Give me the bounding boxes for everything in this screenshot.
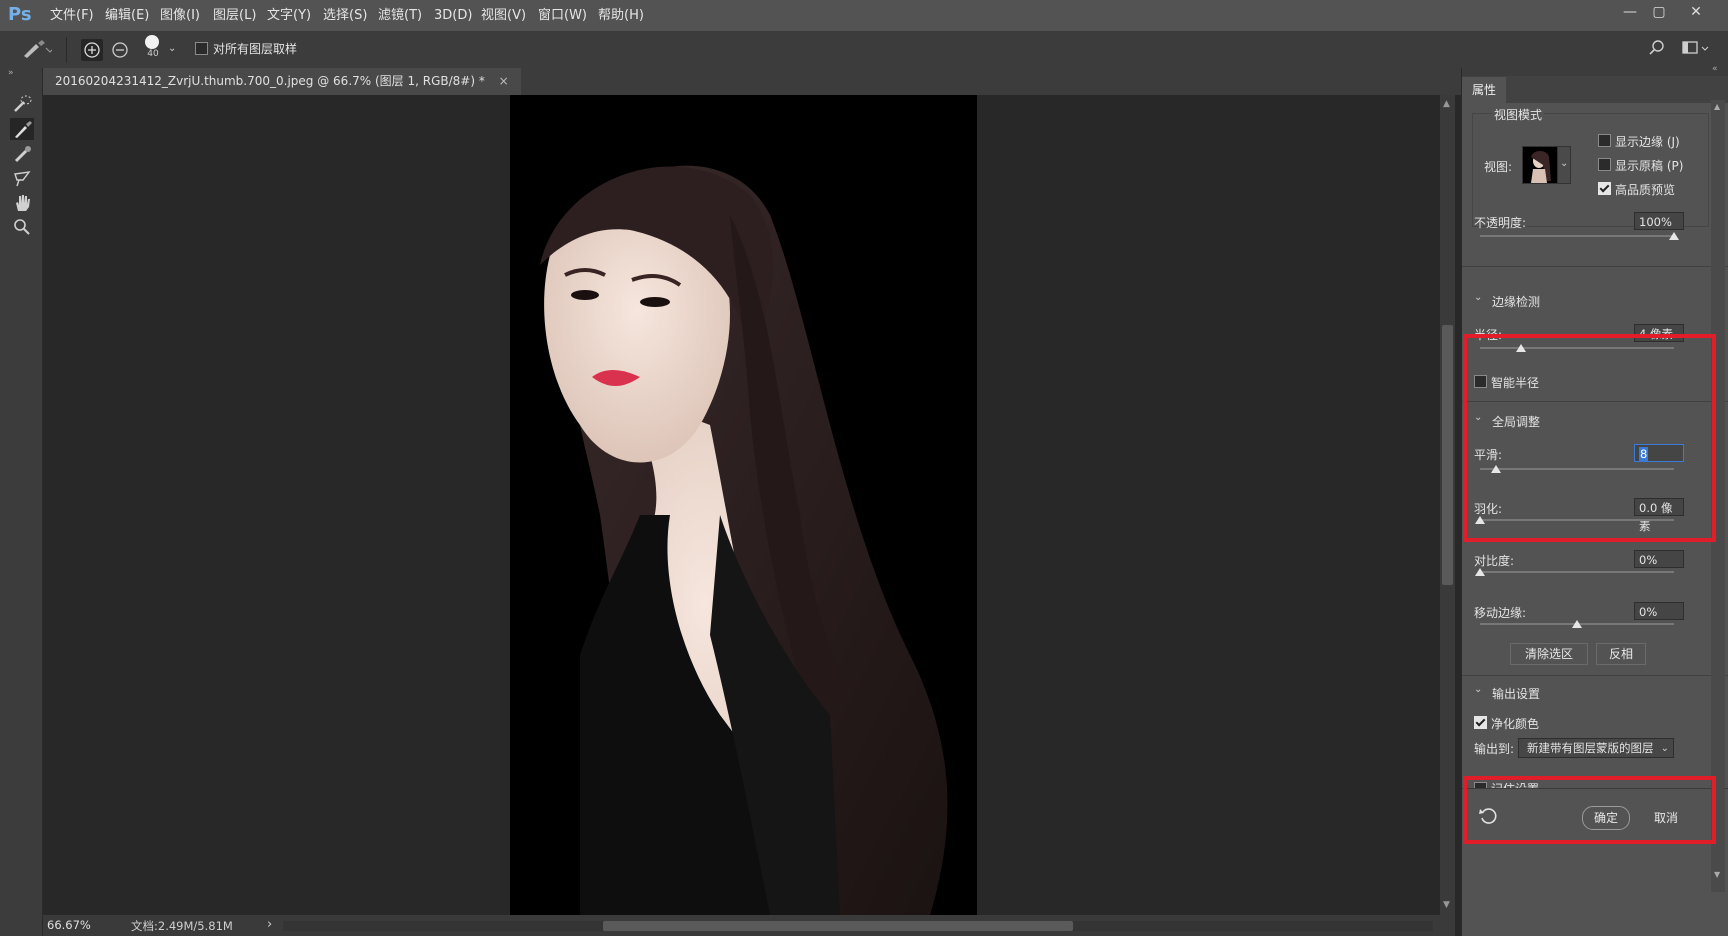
menu-bar: Ps 文件(F) 编辑(E) 图像(I) 图层(L) 文字(Y) 选择(S) 滤… xyxy=(0,0,1728,31)
highlight-box-output xyxy=(1463,776,1716,844)
zoom-tool-icon[interactable] xyxy=(10,216,34,238)
document-tab-bar: 20160204231412_ZvrjU.thumb.700_0.jpeg @ … xyxy=(43,68,1461,95)
show-edge-label: 显示边缘 (J) xyxy=(1615,135,1680,149)
scroll-up-icon[interactable]: ▲ xyxy=(1443,99,1450,109)
contrast-slider-thumb[interactable] xyxy=(1475,568,1485,576)
divider xyxy=(1462,675,1728,676)
high-quality-preview-checkbox[interactable] xyxy=(1598,182,1611,195)
decontaminate-colors-label: 净化颜色 xyxy=(1491,717,1540,731)
sample-all-layers-label: 对所有图层取样 xyxy=(213,42,298,56)
scroll-down-icon[interactable]: ▼ xyxy=(1443,900,1450,910)
contrast-field[interactable]: 0% xyxy=(1634,550,1684,568)
vertical-scrollbar[interactable]: ▲ ▼ xyxy=(1440,95,1455,915)
output-settings-title: 输出设置 xyxy=(1492,687,1541,701)
edge-detection-title: 边缘检测 xyxy=(1492,295,1541,309)
document-info[interactable]: 文档:2.49M/5.81M xyxy=(131,918,233,934)
tab-properties[interactable]: 属性 xyxy=(1462,77,1506,103)
add-mode-icon[interactable] xyxy=(81,39,103,61)
close-tab-icon[interactable]: × xyxy=(499,74,509,88)
decontaminate-colors-checkbox[interactable] xyxy=(1474,716,1487,729)
menu-edit[interactable]: 编辑(E) xyxy=(105,0,149,31)
opacity-field[interactable]: 100% xyxy=(1634,212,1684,230)
search-icon[interactable] xyxy=(1648,39,1666,57)
opacity-slider-thumb[interactable] xyxy=(1669,232,1679,240)
refine-edge-brush-tool-icon[interactable] xyxy=(20,38,55,60)
menu-layer[interactable]: 图层(L) xyxy=(213,0,256,31)
menu-file[interactable]: 文件(F) xyxy=(50,0,94,31)
highlight-box-edge-and-smooth xyxy=(1463,334,1716,542)
restore-button[interactable]: ▢ xyxy=(1645,2,1673,22)
chevron-down-icon: ⌄ xyxy=(1560,158,1569,169)
show-edge-checkbox[interactable] xyxy=(1598,134,1611,147)
separator xyxy=(66,37,67,63)
divider xyxy=(1462,266,1728,267)
quick-selection-tool-icon[interactable] xyxy=(10,93,34,115)
hand-tool-icon[interactable] xyxy=(10,192,34,214)
panel-header-strip xyxy=(1462,68,1728,76)
show-original-checkbox[interactable] xyxy=(1598,158,1611,171)
menu-window[interactable]: 窗口(W) xyxy=(538,0,587,31)
output-to-select[interactable]: 新建带有图层蒙版的图层 ⌄ xyxy=(1518,738,1674,758)
document-tab[interactable]: 20160204231412_ZvrjU.thumb.700_0.jpeg @ … xyxy=(43,68,521,95)
status-menu-arrow-icon[interactable]: › xyxy=(267,917,272,932)
zoom-level[interactable]: 66.67% xyxy=(47,918,91,932)
brush-size-value: 40 xyxy=(147,49,159,59)
contrast-slider[interactable] xyxy=(1480,571,1674,573)
chevron-down-icon[interactable]: ⌄ xyxy=(1474,684,1482,695)
view-mode-title: 视图模式 xyxy=(1492,106,1545,123)
opacity-label: 不透明度: xyxy=(1474,216,1527,230)
workspace-switcher-icon[interactable] xyxy=(1682,39,1712,57)
show-original-label: 显示原稿 (P) xyxy=(1615,159,1684,173)
output-to-label: 输出到: xyxy=(1474,742,1515,756)
menu-view[interactable]: 视图(V) xyxy=(481,0,526,31)
view-thumbnail[interactable] xyxy=(1522,146,1558,184)
view-label: 视图: xyxy=(1484,160,1513,174)
scroll-down-icon[interactable]: ▼ xyxy=(1714,870,1720,879)
shift-edge-field[interactable]: 0% xyxy=(1634,602,1684,620)
horizontal-scroll-thumb[interactable] xyxy=(603,921,1073,931)
menu-type[interactable]: 文字(Y) xyxy=(267,0,311,31)
menu-3d[interactable]: 3D(D) xyxy=(434,0,472,31)
close-window-button[interactable]: ✕ xyxy=(1682,2,1710,22)
brush-preview-icon[interactable] xyxy=(145,35,159,49)
collapse-panel-icon[interactable]: « xyxy=(1712,64,1718,74)
scroll-up-icon[interactable]: ▲ xyxy=(1714,102,1720,111)
document-image[interactable] xyxy=(510,95,977,915)
document-tab-title: 20160204231412_ZvrjU.thumb.700_0.jpeg @ … xyxy=(55,74,485,88)
chevron-down-icon[interactable]: ⌄ xyxy=(1474,292,1482,303)
output-to-value: 新建带有图层蒙版的图层 xyxy=(1527,741,1654,755)
subtract-mode-icon[interactable] xyxy=(109,39,131,61)
photoshop-logo: Ps xyxy=(8,4,32,25)
collapse-arrows-icon[interactable]: » xyxy=(8,68,14,78)
contrast-label: 对比度: xyxy=(1474,554,1515,568)
invert-button[interactable]: 反相 xyxy=(1596,643,1646,665)
status-and-scroll-bar: 66.67% 文档:2.49M/5.81M › xyxy=(43,915,1455,936)
chevron-down-icon: ⌄ xyxy=(1660,743,1669,754)
view-mode-dropdown[interactable]: ⌄ xyxy=(1557,146,1571,184)
opacity-slider[interactable] xyxy=(1480,235,1674,237)
menu-filter[interactable]: 滤镜(T) xyxy=(378,0,422,31)
menu-select[interactable]: 选择(S) xyxy=(323,0,367,31)
options-bar: 40 ⌄ 对所有图层取样 xyxy=(0,31,1728,69)
lasso-tool-icon[interactable] xyxy=(10,168,34,190)
shift-edge-slider-thumb[interactable] xyxy=(1572,620,1582,628)
tools-panel: » xyxy=(0,68,43,936)
refine-edge-brush-icon[interactable] xyxy=(10,118,34,140)
vertical-scroll-thumb[interactable] xyxy=(1442,325,1453,585)
brush-tool-icon[interactable] xyxy=(10,143,34,165)
menu-help[interactable]: 帮助(H) xyxy=(598,0,644,31)
shift-edge-label: 移动边缘: xyxy=(1474,606,1527,620)
portrait-illustration xyxy=(510,95,977,915)
menu-image[interactable]: 图像(I) xyxy=(160,0,200,31)
minimize-button[interactable]: — xyxy=(1616,2,1644,22)
chevron-down-icon[interactable]: ⌄ xyxy=(168,43,176,54)
sample-all-layers-checkbox[interactable] xyxy=(195,42,208,55)
high-quality-preview-label: 高品质预览 xyxy=(1615,183,1676,197)
clear-selection-button[interactable]: 清除选区 xyxy=(1510,643,1588,665)
